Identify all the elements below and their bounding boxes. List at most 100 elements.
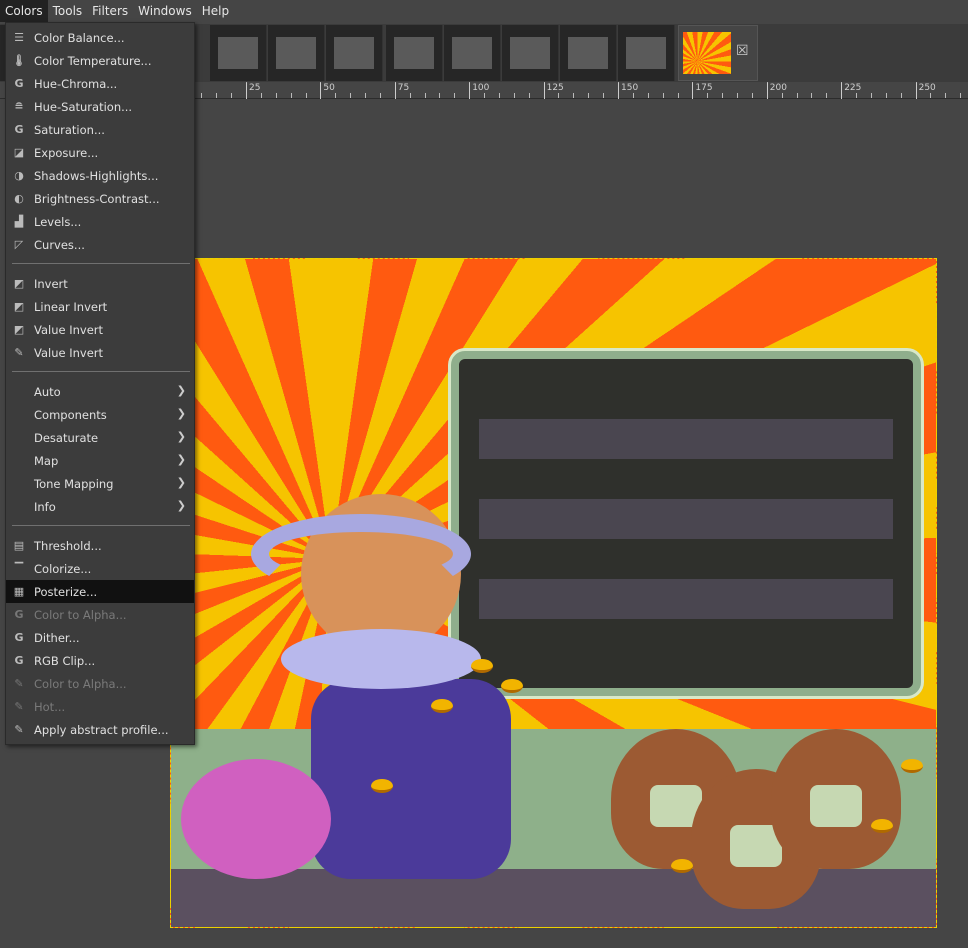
- ruler-tick: [409, 93, 411, 98]
- menu-help[interactable]: Help: [197, 0, 234, 22]
- menu-item-exposure[interactable]: ◪ Exposure...: [6, 141, 194, 164]
- image-tab[interactable]: [326, 25, 383, 81]
- invert-icon: ◩: [13, 300, 25, 313]
- ruler-tick: [365, 93, 367, 98]
- image-tab-active[interactable]: ☒: [678, 25, 758, 81]
- image-tab[interactable]: [502, 25, 559, 81]
- submenu-arrow-icon: ❯: [176, 499, 186, 512]
- image-tab[interactable]: [444, 25, 501, 81]
- menu-item-value-invert[interactable]: ✎ Value Invert: [6, 341, 194, 364]
- threshold-icon: ▤: [13, 539, 25, 552]
- character-body: [311, 679, 511, 879]
- menu-item-label: Brightness-Contrast...: [34, 191, 160, 206]
- ruler-label: 25: [246, 83, 260, 99]
- menu-item-rgb-clip[interactable]: G RGB Clip...: [6, 649, 194, 672]
- image-tab[interactable]: [268, 25, 325, 81]
- ruler-tick: [305, 93, 307, 98]
- menu-item-color-balance[interactable]: ☰ Color Balance...: [6, 26, 194, 49]
- ruler-tick: [454, 93, 456, 98]
- blank-icon: [12, 408, 26, 422]
- menu-separator: [12, 525, 190, 526]
- menu-item-hue-saturation[interactable]: ≘ Hue-Saturation...: [6, 95, 194, 118]
- thermometer-icon: 🌡: [12, 54, 26, 67]
- menu-item-color-temperature[interactable]: 🌡 Color Temperature...: [6, 49, 194, 72]
- close-box-icon[interactable]: ☒: [736, 43, 749, 59]
- ruler-label: 75: [394, 83, 409, 99]
- blank-icon: [12, 431, 26, 445]
- menu-item-dither[interactable]: G Dither...: [6, 626, 194, 649]
- menu-item-value-invert[interactable]: ◩ Value Invert: [6, 318, 194, 341]
- menu-item-threshold[interactable]: ▤ Threshold...: [6, 534, 194, 557]
- menu-item-curves[interactable]: ◸ Curves...: [6, 233, 194, 256]
- invert-icon: ◩: [13, 323, 25, 336]
- image-tab[interactable]: [386, 25, 443, 81]
- menu-item-label: Color Temperature...: [34, 53, 152, 68]
- menu-item-label: Levels...: [34, 214, 82, 229]
- ruler-tick: [350, 93, 352, 98]
- menu-item-color-to-alpha: G Color to Alpha...: [6, 603, 194, 626]
- character-hair: [251, 514, 471, 594]
- ruler-tick: [826, 93, 828, 98]
- menu-item-posterize[interactable]: ▦ Posterize...: [6, 580, 194, 603]
- blank-icon: [12, 454, 26, 468]
- tab-thumbnail: [218, 37, 258, 69]
- image-tab[interactable]: [560, 25, 617, 81]
- menu-item-invert[interactable]: ◩ Invert: [6, 272, 194, 295]
- ruler-label: 50: [320, 83, 335, 99]
- menu-windows[interactable]: Windows: [133, 0, 197, 22]
- color-balance-icon: ☰: [14, 31, 24, 44]
- hue-saturation-icon: ≘: [14, 100, 24, 113]
- piggy: [181, 759, 331, 879]
- submenu-arrow-icon: ❯: [176, 407, 186, 420]
- menu-separator: [12, 263, 190, 264]
- menu-item-shadows-highlights[interactable]: ◑ Shadows-Highlights...: [6, 164, 194, 187]
- menu-item-label: Components: [34, 407, 107, 422]
- menu-item-tone-mapping[interactable]: Tone Mapping ❯: [6, 472, 194, 495]
- menu-item-levels[interactable]: ▟ Levels...: [6, 210, 194, 233]
- menu-item-saturation[interactable]: G Saturation...: [6, 118, 194, 141]
- levels-icon: ▟: [14, 215, 24, 228]
- gegl-icon: G: [14, 631, 24, 644]
- ruler-tick: [528, 93, 530, 98]
- ruler-tick: [424, 93, 426, 98]
- menu-separator: [12, 371, 190, 372]
- image-tab[interactable]: [618, 25, 675, 81]
- ruler-tick: [870, 93, 872, 98]
- menu-item-label: Color to Alpha...: [34, 607, 127, 622]
- ruler-tick: [885, 93, 887, 98]
- tab-thumbnail: [626, 37, 666, 69]
- ruler-label: 175: [692, 83, 713, 99]
- menu-item-desaturate[interactable]: Desaturate ❯: [6, 426, 194, 449]
- menu-item-brightness-contrast[interactable]: ◐ Brightness-Contrast...: [6, 187, 194, 210]
- image-canvas[interactable]: [170, 258, 937, 928]
- menu-item-map[interactable]: Map ❯: [6, 449, 194, 472]
- ruler-tick: [603, 93, 605, 98]
- ruler-label: 125: [543, 83, 564, 99]
- menu-item-color-to-alpha: ✎ Color to Alpha...: [6, 672, 194, 695]
- menu-item-linear-invert[interactable]: ◩ Linear Invert: [6, 295, 194, 318]
- menu-item-label: Linear Invert: [34, 299, 108, 314]
- menu-item-label: Exposure...: [34, 145, 99, 160]
- menu-item-hue-chroma[interactable]: G Hue-Chroma...: [6, 72, 194, 95]
- menu-item-auto[interactable]: Auto ❯: [6, 380, 194, 403]
- menu-item-components[interactable]: Components ❯: [6, 403, 194, 426]
- menu-item-info[interactable]: Info ❯: [6, 495, 194, 518]
- menu-item-label: Desaturate: [34, 430, 99, 445]
- ruler-tick: [722, 93, 724, 98]
- character-beard: [281, 629, 481, 689]
- posterize-icon: ▦: [13, 585, 25, 598]
- menu-item-label: Colorize...: [34, 561, 92, 576]
- invert-icon: ◩: [13, 277, 25, 290]
- menu-filters[interactable]: Filters: [87, 0, 133, 22]
- floor: [171, 869, 936, 927]
- ruler-tick: [201, 93, 203, 98]
- menu-tools[interactable]: Tools: [48, 0, 88, 22]
- menu-colors[interactable]: Colors: [0, 0, 48, 22]
- tab-thumbnail: [568, 37, 608, 69]
- menu-item-label: Hot...: [34, 699, 66, 714]
- money-bag: [771, 729, 901, 869]
- menu-item-apply-abstract-profile[interactable]: ✎ Apply abstract profile...: [6, 718, 194, 741]
- blank-icon: [12, 477, 26, 491]
- image-tab[interactable]: [210, 25, 267, 81]
- menu-item-colorize[interactable]: ▔ Colorize...: [6, 557, 194, 580]
